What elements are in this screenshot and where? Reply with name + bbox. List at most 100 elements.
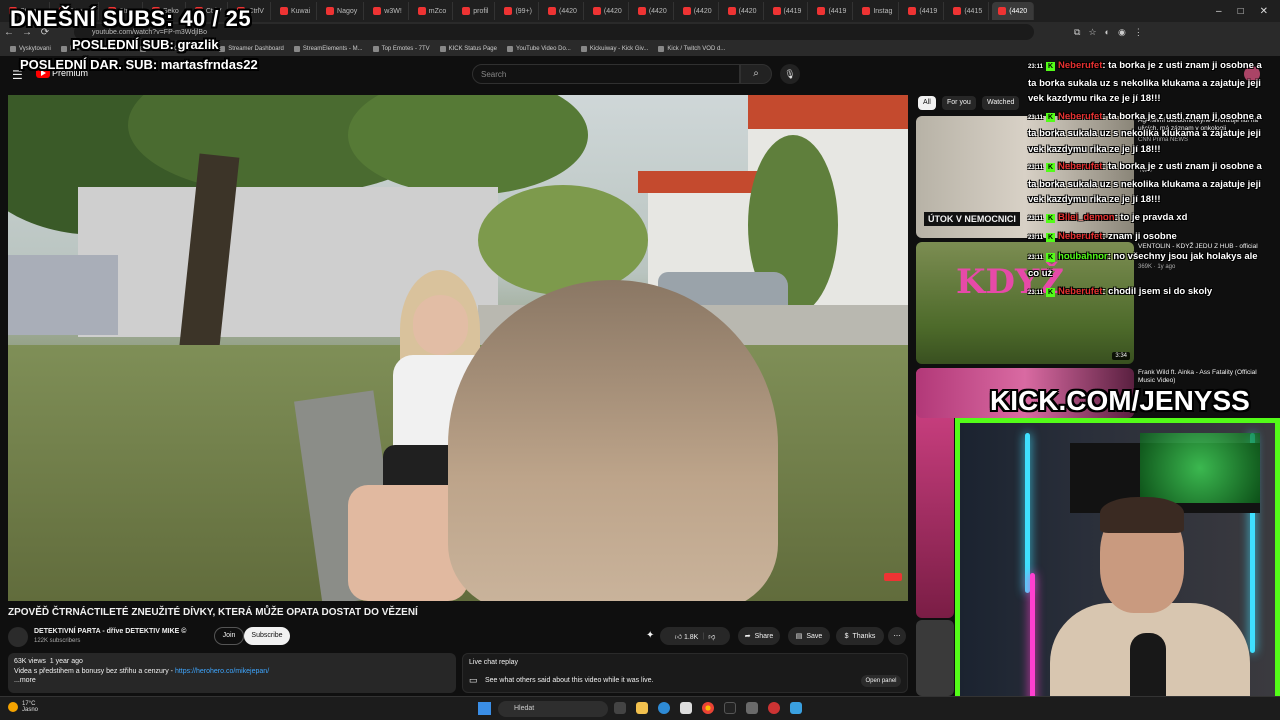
- tab-favicon-icon: [279, 7, 288, 15]
- view-count: 63K views: [14, 658, 46, 665]
- browser-tab[interactable]: (4420: [632, 2, 674, 20]
- upload-age: 1 year ago: [49, 658, 83, 665]
- task-view-icon[interactable]: [614, 702, 626, 714]
- browser-tab[interactable]: w3W!: [367, 2, 409, 20]
- extensions-area: ⧉ ☆ ◐ ◉ ⋮: [1074, 27, 1143, 38]
- kick-badge-icon: K: [1046, 163, 1056, 172]
- close-window-button[interactable]: ✕: [1260, 6, 1268, 17]
- tab-favicon-icon: [373, 7, 382, 15]
- extension-icon[interactable]: ⧉: [1074, 27, 1080, 38]
- open-panel-button[interactable]: Open panel: [861, 675, 901, 687]
- browser-tab[interactable]: (4419: [767, 2, 809, 20]
- app-icon[interactable]: [746, 702, 758, 714]
- chat-message: 23:11 K Neberufet: ta borka je z usti znam…: [1028, 109, 1268, 158]
- browser-tab[interactable]: (4419: [811, 2, 854, 20]
- kick-badge-icon: K: [1046, 233, 1056, 242]
- subscribe-button[interactable]: Subscribe: [244, 627, 290, 645]
- chat-text: : chodil jsem si do skoly: [1102, 285, 1213, 297]
- recording-badge: [884, 573, 902, 581]
- chat-message: 23:11 K Neberufet: ta borka je z usti znam…: [1028, 58, 1268, 107]
- description-link[interactable]: https://herohero.co/mikejepan/: [175, 668, 269, 675]
- browser-tab[interactable]: mZco: [412, 2, 454, 20]
- browser-tab[interactable]: Instag: [856, 2, 900, 20]
- chat-message: 23:11 Khoubahnor: no všechny jsou jak hol…: [1028, 249, 1268, 282]
- browser-tab[interactable]: (4420: [677, 2, 719, 20]
- channel-avatar[interactable]: [8, 627, 28, 647]
- browser-tab[interactable]: Nagoy: [320, 2, 365, 20]
- search-input[interactable]: Search: [472, 64, 740, 84]
- chip-for-you[interactable]: For you: [942, 96, 976, 110]
- edge-icon[interactable]: [658, 702, 670, 714]
- tab-favicon-icon: [326, 7, 335, 15]
- dislike-button[interactable]: 👎︎: [708, 632, 715, 641]
- bookmark-favicon-icon: [439, 46, 446, 52]
- chrome-icon[interactable]: [702, 702, 714, 714]
- store-icon[interactable]: [680, 702, 692, 714]
- browser-tab[interactable]: Kuwai: [274, 2, 318, 20]
- like-dislike-group: 👍︎ 1.8K | 👎︎: [660, 627, 730, 645]
- bookmark-item[interactable]: Vyskytovani: [10, 46, 51, 52]
- recommended-thumbnail[interactable]: [916, 620, 954, 696]
- description-box[interactable]: 63K views 1 year ago Videa s předstihem …: [8, 653, 456, 693]
- tab-favicon-icon: [727, 7, 736, 15]
- kick-badge-icon: K: [1046, 287, 1056, 297]
- chat-timestamp: 23:11: [1028, 254, 1044, 261]
- tab-label: (4419: [919, 7, 938, 15]
- channel-row: DETEKTIVNÍ PARTA - dříve DETEKTIV MIKE ©…: [8, 625, 908, 647]
- chat-username: houbahnor: [1058, 250, 1108, 262]
- thumbnail-caption: ÚTOK V NEMOCNICI: [924, 212, 1020, 226]
- notepad-icon[interactable]: [790, 702, 802, 714]
- weather-widget[interactable]: 17°C Jasno: [8, 701, 38, 713]
- more-actions-button[interactable]: ⋯: [888, 627, 906, 645]
- gift-icon[interactable]: ✦: [646, 630, 654, 641]
- bookmark-item[interactable]: StreamElements - M...: [293, 46, 363, 52]
- browser-tab[interactable]: (4419: [902, 2, 945, 20]
- extension-icon[interactable]: ◉: [1118, 27, 1126, 38]
- taskbar-search-input[interactable]: Hledat: [498, 701, 608, 717]
- menu-dots-icon[interactable]: ⋮: [1134, 27, 1143, 38]
- chat-message: 23:11 K Neberufet: znam ji osobne: [1028, 229, 1268, 247]
- browser-tab[interactable]: (4420: [587, 2, 629, 20]
- more-link[interactable]: ...more: [14, 677, 450, 684]
- save-label: Save: [806, 632, 823, 640]
- search-button[interactable]: ⌕: [740, 64, 772, 84]
- bookmark-favicon-icon: [372, 46, 379, 52]
- browser-tab[interactable]: (4420: [722, 2, 764, 20]
- share-button[interactable]: ➦ Share: [738, 627, 780, 645]
- browser-tab[interactable]: (4415: [947, 2, 990, 20]
- voice-search-button[interactable]: 🎙︎: [780, 64, 800, 84]
- obs-icon[interactable]: [768, 702, 780, 714]
- more-dots-icon: ⋯: [893, 633, 901, 640]
- bookmark-item[interactable]: Kickuiway - Kick Giv...: [580, 46, 648, 52]
- minimize-button[interactable]: –: [1216, 6, 1222, 17]
- windows-start-icon[interactable]: [478, 702, 491, 715]
- chip-watched[interactable]: Watched: [982, 96, 1020, 110]
- terminal-icon[interactable]: [724, 702, 736, 714]
- browser-tab[interactable]: (4420: [992, 2, 1035, 20]
- chat-timestamp: 23:11: [1028, 215, 1044, 222]
- channel-name[interactable]: DETEKTIVNÍ PARTA - dříve DETEKTIV MIKE ©: [34, 628, 186, 635]
- browser-tab[interactable]: (4420: [542, 2, 584, 20]
- video-player[interactable]: [8, 95, 908, 601]
- browser-tab[interactable]: (99+): [498, 2, 539, 20]
- bookmark-star-icon[interactable]: ☆: [1088, 27, 1096, 38]
- like-button[interactable]: 👍︎ 1.8K: [675, 632, 699, 641]
- file-explorer-icon[interactable]: [636, 702, 648, 714]
- live-chat-text: See what others said about this video wh…: [485, 677, 654, 684]
- maximize-button[interactable]: □: [1238, 6, 1244, 17]
- browser-tab[interactable]: profil: [456, 2, 496, 20]
- join-button[interactable]: Join: [214, 627, 244, 645]
- save-button[interactable]: ▤ Save: [788, 627, 830, 645]
- thanks-button[interactable]: $ Thanks: [836, 627, 884, 645]
- video-title: ZPOVĚĎ ČTRNÁCTILETÉ ZNEUŽITÉ DÍVKY, KTER…: [8, 607, 418, 618]
- chat-username: Neberufet: [1058, 60, 1103, 71]
- bookmark-item[interactable]: Streamer Dashboard: [219, 46, 284, 52]
- recommended-title[interactable]: Frank Wild ft. Ainka - Ass Fatality (Off…: [1138, 369, 1268, 385]
- extension-icon[interactable]: ◐: [1105, 27, 1110, 38]
- bookmark-item[interactable]: Kick / Twitch VOD d...: [658, 46, 725, 52]
- bookmark-item[interactable]: KICK Status Page: [439, 46, 497, 52]
- bookmark-item[interactable]: Top Emotes - 7TV: [372, 46, 430, 52]
- chip-all[interactable]: All: [918, 96, 936, 110]
- bookmark-item[interactable]: YouTube Video Do...: [507, 46, 571, 52]
- save-icon: ▤: [795, 633, 803, 640]
